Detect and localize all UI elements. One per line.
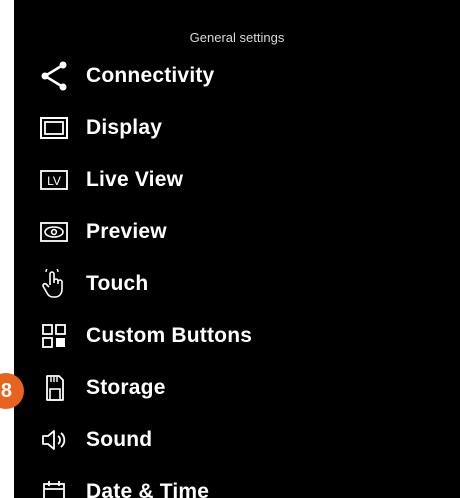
menu-item-label: Storage xyxy=(86,376,166,399)
menu-item-label: Connectivity xyxy=(86,64,215,87)
menu-item-label: Live View xyxy=(86,168,184,191)
menu-item-date-time[interactable]: Date & Time xyxy=(14,466,460,498)
menu-item-display[interactable]: Display xyxy=(14,102,460,154)
menu-item-label: Sound xyxy=(86,428,153,451)
menu-item-connectivity[interactable]: Connectivity xyxy=(14,50,460,102)
menu-item-live-view[interactable]: LV Live View xyxy=(14,154,460,206)
menu-item-label: Display xyxy=(86,116,163,139)
eye-icon xyxy=(36,217,72,247)
menu-item-label: Date & Time xyxy=(86,480,210,498)
settings-screen: General settings Connectivity Display LV… xyxy=(14,0,460,498)
menu-item-storage[interactable]: Storage xyxy=(14,362,460,414)
share-icon xyxy=(36,61,72,91)
page-title: General settings xyxy=(189,30,285,45)
speaker-icon xyxy=(36,425,72,455)
menu-item-custom-buttons[interactable]: Custom Buttons xyxy=(14,310,460,362)
display-icon xyxy=(36,113,72,143)
svg-text:LV: LV xyxy=(47,174,61,188)
menu-item-preview[interactable]: Preview xyxy=(14,206,460,258)
menu-item-label: Preview xyxy=(86,220,167,243)
hand-touch-icon xyxy=(36,269,72,299)
menu-item-label: Custom Buttons xyxy=(86,324,253,347)
menu-item-label: Touch xyxy=(86,272,149,295)
calendar-icon xyxy=(36,477,72,498)
menu-item-sound[interactable]: Sound xyxy=(14,414,460,466)
menu-item-touch[interactable]: Touch xyxy=(14,258,460,310)
grid-icon xyxy=(36,321,72,351)
live-view-icon: LV xyxy=(36,165,72,195)
sd-card-icon xyxy=(36,373,72,403)
settings-menu: Connectivity Display LV Live View Previe… xyxy=(14,50,460,498)
